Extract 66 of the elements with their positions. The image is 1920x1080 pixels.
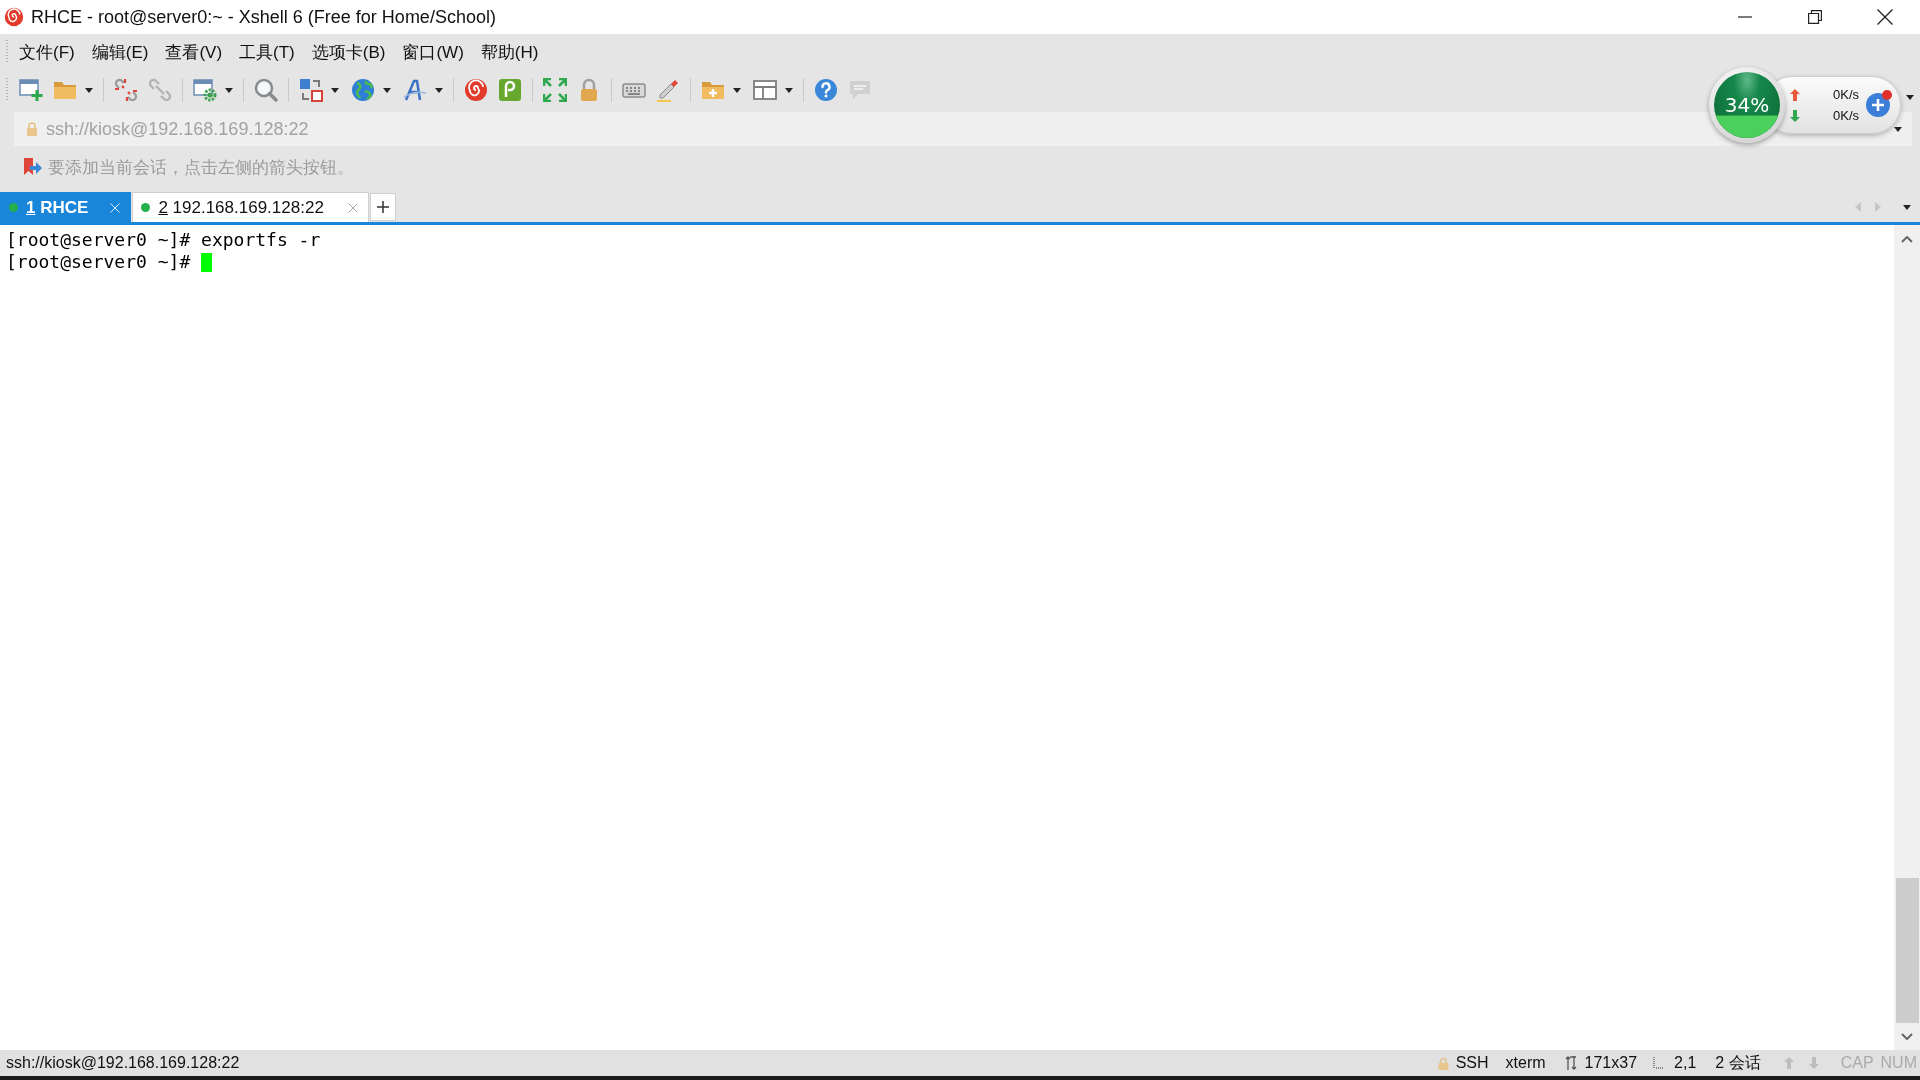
new-window-icon[interactable]	[19, 78, 43, 102]
caret-icon[interactable]	[785, 87, 793, 93]
window-gear-icon[interactable]	[193, 78, 217, 102]
layout-icon[interactable]	[753, 78, 777, 102]
terminal-line: [root@server0 ~]#	[6, 251, 191, 273]
close-icon[interactable]	[1877, 9, 1893, 25]
lock-icon	[1437, 1056, 1449, 1070]
resize-icon	[1564, 1056, 1577, 1070]
help-icon[interactable]	[814, 78, 838, 102]
up-arrow-icon	[1790, 88, 1800, 101]
caret-icon[interactable]	[85, 87, 93, 93]
new-tab-button[interactable]	[369, 193, 396, 221]
caret-icon[interactable]	[225, 87, 233, 93]
menu-item[interactable]: 工具(T)	[239, 40, 295, 64]
bookmark-arrow-icon[interactable]	[22, 157, 42, 177]
terminal-line: [root@server0 ~]# exportfs -r	[6, 229, 321, 251]
caret-icon[interactable]	[331, 87, 339, 93]
up-arrow-icon	[1783, 1057, 1794, 1069]
swirl-tile-icon[interactable]	[498, 78, 522, 102]
plus-icon	[376, 201, 389, 213]
terminal-pane[interactable]: [root@server0 ~]# exportfs -r [root@server0 ~]#	[0, 225, 1894, 1050]
caret-icon[interactable]	[383, 87, 391, 93]
session-tab[interactable]: 2 192.168.169.128:22	[132, 192, 369, 222]
broken-link-icon[interactable]	[114, 78, 138, 102]
lock-icon	[26, 122, 38, 136]
window-title: RHCE - root@server0:~ - Xshell 6 (Free for Home/School)	[31, 6, 496, 28]
menu-item[interactable]: 编辑(E)	[91, 40, 149, 64]
down-arrow-icon	[1790, 109, 1800, 122]
pen-icon[interactable]	[656, 78, 680, 102]
spiral-icon[interactable]	[464, 78, 488, 102]
app-logo-icon	[4, 7, 24, 27]
terminal-size: 171x37	[1584, 1054, 1638, 1072]
font-icon[interactable]	[403, 78, 427, 102]
plus-icon[interactable]	[1866, 93, 1890, 117]
menu-item[interactable]: 选项卡(B)	[311, 40, 386, 64]
cursor-position: 2,1	[1674, 1054, 1697, 1072]
session-tab[interactable]: 1 RHCE	[0, 192, 132, 222]
down-arrow-icon	[1808, 1057, 1819, 1069]
scroll-down-icon[interactable]	[1901, 1033, 1913, 1040]
restore-icon[interactable]	[1808, 10, 1822, 24]
protocol-label: SSH	[1455, 1054, 1489, 1072]
caret-icon[interactable]	[435, 87, 443, 93]
menu-item[interactable]: 查看(V)	[165, 40, 223, 64]
scroll-up-icon[interactable]	[1901, 236, 1913, 243]
hint-text: 要添加当前会话，点击左侧的箭头按钮。	[48, 156, 354, 179]
tab-list-caret-icon[interactable]	[1903, 204, 1911, 210]
squares-icon[interactable]	[299, 78, 323, 102]
scrollbar-thumb[interactable]	[1895, 878, 1919, 1023]
menu-item[interactable]: 文件(F)	[19, 40, 75, 64]
grip-handle[interactable]	[6, 78, 8, 102]
cursor-position-icon	[1653, 1057, 1665, 1069]
terminal-type: xterm	[1505, 1054, 1546, 1072]
search-icon[interactable]	[254, 78, 278, 102]
vertical-scrollbar[interactable]	[1894, 225, 1920, 1050]
menu-item[interactable]: 窗口(W)	[402, 40, 464, 64]
connection-address: ssh://kiosk@192.168.169.128:22	[6, 1054, 240, 1072]
session-count: 2 会话	[1715, 1052, 1761, 1073]
caret-icon[interactable]	[733, 87, 741, 93]
grip-handle[interactable]	[6, 40, 8, 64]
menu-item[interactable]: 帮助(H)	[480, 40, 539, 64]
toolbar-menu-caret-icon[interactable]	[1906, 95, 1914, 100]
upload-speed: 0K/s	[1832, 86, 1859, 103]
globe-icon[interactable]	[351, 78, 375, 102]
caret-icon[interactable]	[1894, 126, 1902, 132]
expand-icon[interactable]	[543, 78, 567, 102]
keyboard-icon[interactable]	[622, 82, 646, 98]
